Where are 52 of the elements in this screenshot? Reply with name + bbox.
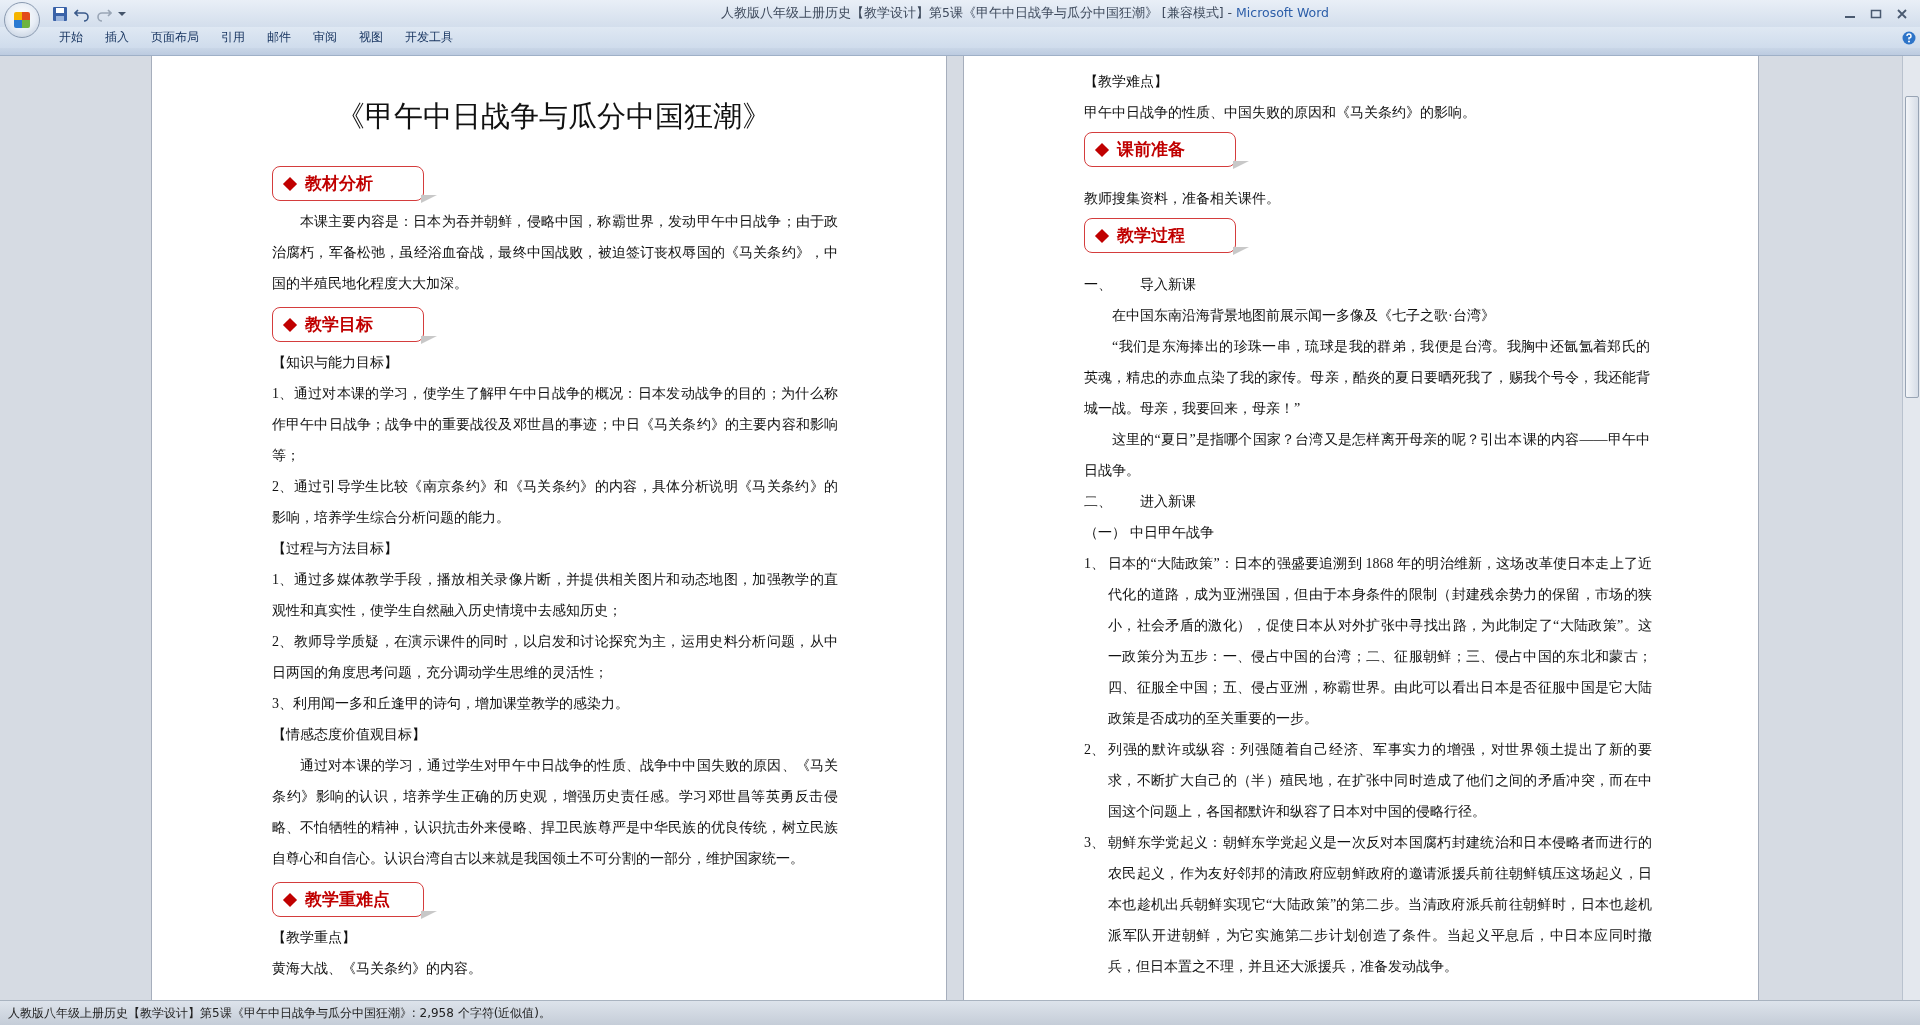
paragraph: （一） 中日甲午战争 — [1084, 524, 1215, 542]
paragraph: 1、通过多媒体教学手段，播放相关录像片断，并提供相关图片和动态地图，加强教学的直观性和真实性，使学生自然融入历史情境中去感知历史； — [272, 571, 838, 620]
heading-text: 教学过程 — [1117, 224, 1185, 247]
document-title: 《甲午中日战争与瓜分中国狂潮》 — [334, 99, 772, 134]
ribbon-tab[interactable]: 插入 — [94, 27, 140, 48]
ribbon-tab[interactable]: 引用 — [210, 27, 256, 48]
outline-heading: 进入新课 — [1140, 493, 1196, 511]
ribbon-tab[interactable]: 审阅 — [302, 27, 348, 48]
ribbon-tab[interactable]: 视图 — [348, 27, 394, 48]
dropdown-icon[interactable] — [118, 9, 126, 18]
paragraph: “我们是东海捧出的珍珠一串，琉球是我的群弟，我便是台湾。我胸中还氤氲着郑氏的英魂，精忠的赤血点染了我的家传。母亲，酷炎的夏日要晒死我了，赐我个号令，我还能背城一战。母亲，我要回来，母亲！” — [1084, 338, 1650, 418]
vertical-scrollbar[interactable] — [1902, 56, 1920, 1000]
paragraph: 【情感态度价值观目标】 — [272, 726, 427, 744]
list-number: 3、 — [1084, 834, 1106, 852]
office-button[interactable] — [4, 2, 40, 38]
ribbon-tab[interactable]: 开发工具 — [394, 27, 464, 48]
paragraph: 甲午中日战争的性质、中国失败的原因和《马关条约》的影响。 — [1084, 104, 1477, 122]
list-number: 2、 — [1084, 741, 1106, 759]
heading-text: 教学目标 — [305, 313, 373, 336]
outline-number: 二、 — [1084, 493, 1113, 511]
close-icon[interactable] — [1896, 8, 1908, 19]
list-item-text: 列强的默许或纵容：列强随着自己经济、军事实力的增强，对世界领土提出了新的要求，不断扩大自己的（半）殖民地，在扩张中同时造成了他们之间的矛盾冲突，而在中国这个问题上，各国都默许和纵容了日本对中国的侵略行径。 — [1108, 741, 1652, 821]
paragraph: 通过对本课的学习，通过学生对甲午中日战争的性质、战争中中国失败的原因、《马关条约》影响的认识，培养学生正确的历史观，增强历史责任感。学习邓世昌等英勇反击侵略、不怕牺牲的精神，认识抗击外来侵略、捍卫民族尊严是中华民族的优良传统，树立民族自尊心和自信心。认识台湾自古以来就是我国领土不可分割的一部分，维护国家统一。 — [272, 757, 838, 868]
status-text: 人教版八年级上册历史【教学设计】第5课《甲午中日战争与瓜分中国狂潮》: 2,958 个字符(近似值)。 — [8, 1004, 552, 1022]
ribbon-tab[interactable]: 页面布局 — [140, 27, 210, 48]
outline-number: 一、 — [1084, 276, 1113, 294]
paragraph: 【教学难点】 — [1084, 73, 1169, 91]
ribbon-tab[interactable]: 开始 — [48, 27, 94, 48]
help-icon[interactable] — [1902, 30, 1916, 45]
paragraph: 【过程与方法目标】 — [272, 540, 399, 558]
heading-text: 教学重难点 — [305, 888, 390, 911]
outline-heading: 导入新课 — [1140, 276, 1196, 294]
list-number: 1、 — [1084, 555, 1106, 573]
paragraph: 2、通过引导学生比较《南京条约》和《马关条约》的内容，具体分析说明《马关条约》的影响，培养学生综合分析问题的能力。 — [272, 478, 838, 527]
maximize-icon[interactable] — [1870, 8, 1882, 19]
paragraph: 黄海大战、《马关条约》的内容。 — [272, 960, 483, 978]
heading-text: 课前准备 — [1117, 138, 1185, 161]
paragraph: 1、通过对本课的学习，使学生了解甲午中日战争的概况：日本发动战争的目的；为什么称作甲午中日战争；战争中的重要战役及邓世昌的事迹；中日《马关条约》的主要内容和影响等； — [272, 385, 838, 465]
heading-text: 教材分析 — [305, 172, 373, 195]
paragraph: 2、教师导学质疑，在演示课件的同时，以启发和讨论探究为主，运用史料分析问题，从中日两国的角度思考问题，充分调动学生思维的灵活性； — [272, 633, 838, 682]
paragraph: 教师搜集资料，准备相关课件。 — [1084, 190, 1281, 208]
paragraph: 3、利用闻一多和丘逢甲的诗句，增加课堂教学的感染力。 — [272, 695, 630, 713]
window-title: 人教版八年级上册历史【教学设计】第5课《甲午中日战争与瓜分中国狂潮》 [兼容模式] - Microsoft Word — [719, 5, 1331, 22]
paragraph: 在中国东南沿海背景地图前展示闻一多像及《七子之歌·台湾》 — [1111, 307, 1496, 325]
ribbon-tab[interactable]: 邮件 — [256, 27, 302, 48]
paragraph: 这里的“夏日”是指哪个国家？台湾又是怎样离开母亲的呢？引出本课的内容——甲午中日战争。 — [1084, 431, 1650, 480]
list-item-text: 朝鲜东学党起义：朝鲜东学党起义是一次反对本国腐朽封建统治和日本侵略者而进行的农民起义，作为友好邻邦的清政府应朝鲜政府的邀请派援兵前往朝鲜镇压这场起义，日本也趁机出兵朝鲜实现它“大陆政策”的第二步。当清政府派兵前往朝鲜时，日本也趁机派军队开进朝鲜，为它实施第二步计划创造了条件。当起义平息后，中日本应同时撤兵，但日本置之不理，并且还大派援兵，准备发动战争。 — [1108, 834, 1652, 976]
save-icon[interactable] — [52, 5, 68, 22]
paragraph: 【知识与能力目标】 — [272, 354, 399, 372]
paragraph: 【教学重点】 — [272, 929, 357, 947]
paragraph: 本课主要内容是：日本为吞并朝鲜，侵略中国，称霸世界，发动甲午中日战争；由于政治腐朽，军备松弛，虽经浴血奋战，最终中国战败，被迫签订丧权辱国的《马关条约》，中国的半殖民地化程度大大加深。 — [272, 213, 838, 293]
list-item-text: 日本的“大陆政策”：日本的强盛要追溯到 1868 年的明治维新，这场改革使日本走上了近代化的道路，成为亚洲强国，但由于本身条件的限制（封建残余势力的保留，市场的狭小，社会矛盾的激化），促使日本从对外扩张中寻找出路，为此制定了“大陆政策”。这一政策分为五步：一、侵占中国的台湾；二、征服朝鲜；三、侵占中国的东北和蒙古；四、征服全中国；五、侵占亚洲，称霸世界。由此可以看出日本是否征服中国是它大陆政策是否成功的至关重要的一步。 — [1108, 555, 1652, 728]
